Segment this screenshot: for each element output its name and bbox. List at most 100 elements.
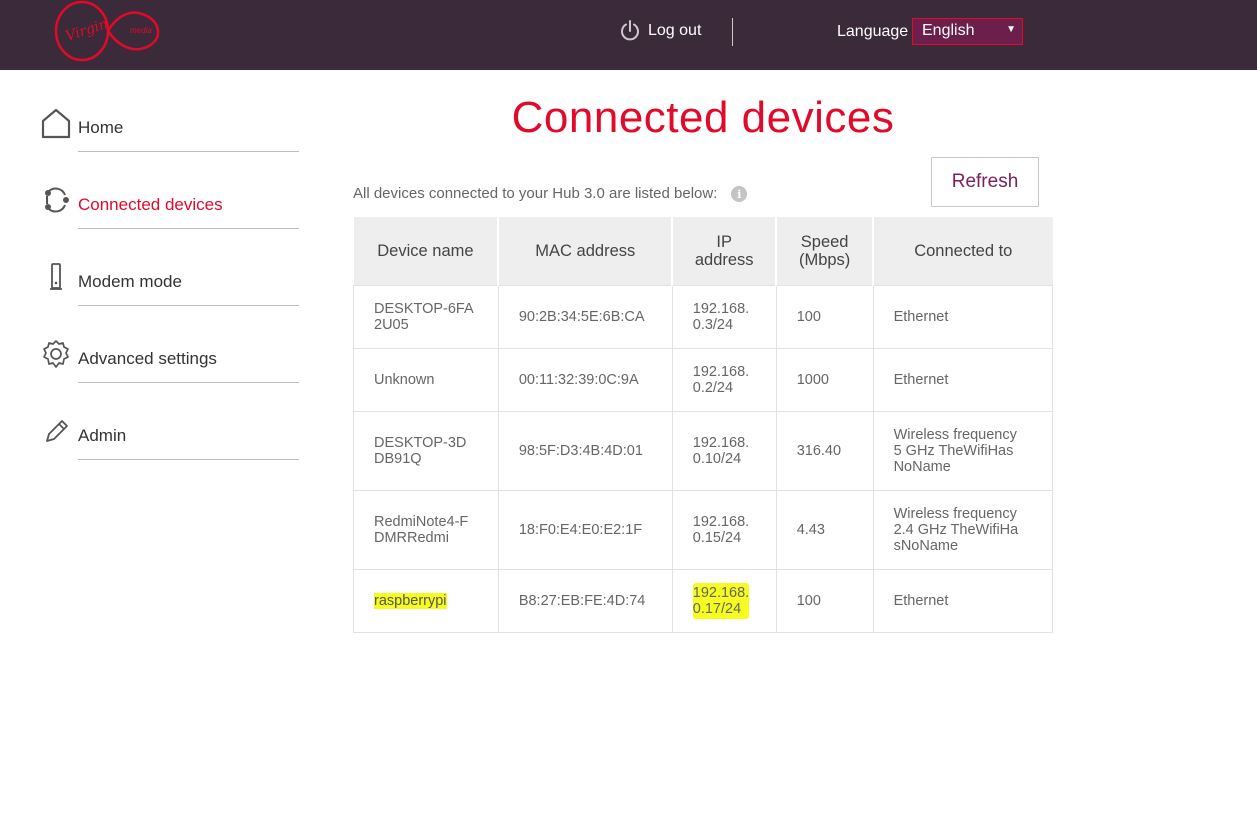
table-row: DESKTOP-6FA 2U05 90:2B:34:5E:6B:CA 192.16…: [353, 284, 1054, 349]
cell-mac-address: 00:11:32:39:0C:9A: [497, 347, 673, 412]
subtitle-text: All devices connected to your Hub 3.0 ar…: [353, 184, 718, 202]
text-line: 192.168.: [692, 513, 750, 530]
text-line: DESKTOP-3D: [374, 434, 467, 451]
text-line: 0.3/24: [692, 316, 734, 333]
cell-ip-address: 192.168. 0.15/24: [671, 489, 777, 570]
divider: [78, 459, 299, 460]
divider: [78, 151, 299, 152]
info-icon[interactable]: i: [731, 186, 748, 202]
text-line: 192.168.: [692, 584, 750, 601]
cell-connected-to: Ethernet: [872, 347, 1054, 412]
top-bar: Virgin media Log out Language English ▼: [0, 0, 1257, 70]
refresh-button[interactable]: Refresh: [931, 157, 1039, 207]
text-line: DMRRedmi: [374, 529, 449, 546]
sidebar-item-advanced-settings[interactable]: Advanced settings: [38, 336, 300, 396]
text-line: 192.168.: [692, 300, 750, 317]
text-line: 0.15/24: [692, 529, 742, 546]
text-line: 192.168.: [692, 363, 750, 380]
text-line: 2.4 GHz TheWifiHa: [893, 521, 1019, 538]
cell-connected-to: Ethernet: [872, 568, 1054, 633]
sidebar-item-connected-devices[interactable]: Connected devices: [38, 182, 300, 242]
page-title: Connected devices: [511, 93, 895, 142]
column-header-mac-address: MAC address: [498, 217, 674, 285]
cell-device-name: raspberrypi: [353, 568, 499, 633]
cell-connected-to: Ethernet: [872, 284, 1054, 349]
column-header-connected-to: Connected to: [873, 217, 1053, 285]
text-line: DB91Q: [374, 450, 422, 467]
cell-device-name: DESKTOP-3D DB91Q: [353, 410, 499, 491]
language-label: Language: [837, 23, 909, 40]
language-select[interactable]: English ▼: [912, 18, 1023, 45]
divider: [78, 382, 299, 383]
sidebar-item-label: Connected devices: [78, 195, 223, 214]
chevron-down-icon: ▼: [1006, 24, 1016, 35]
cell-device-name: RedmiNote4-F DMRRedmi: [353, 489, 499, 570]
logout-label: Log out: [648, 22, 702, 39]
header-divider: [732, 18, 733, 46]
text-line: 2U05: [374, 316, 409, 333]
cell-speed: 100: [775, 568, 874, 633]
highlighted-text: raspberrypi: [374, 592, 447, 609]
text-line: DESKTOP-6FA: [374, 300, 474, 317]
text-line: NoName: [893, 458, 951, 475]
subtitle: All devices connected to your Hub 3.0 ar…: [353, 184, 748, 202]
text-line: Wireless frequency: [893, 505, 1017, 522]
text-line: 0.17/24: [692, 600, 742, 617]
table-row-highlighted: raspberrypi B8:27:EB:FE:4D:74 192.168. 0.…: [353, 568, 1054, 633]
header-line: address: [694, 250, 754, 269]
home-icon: [38, 105, 74, 141]
table-row: DESKTOP-3D DB91Q 98:5F:D3:4B:4D:01 192.16…: [353, 410, 1054, 491]
power-icon: [621, 20, 639, 41]
gear-icon: [38, 336, 74, 372]
cell-speed: 316.40: [775, 410, 874, 491]
table-row: RedmiNote4-F DMRRedmi 18:F0:E4:E0:E2:1F 1…: [353, 489, 1054, 570]
cell-mac-address: B8:27:EB:FE:4D:74: [497, 568, 673, 633]
pencil-icon: [38, 413, 74, 449]
header-line: Speed: [800, 232, 849, 251]
sidebar-item-label: Advanced settings: [78, 349, 217, 368]
header-line: (Mbps): [798, 250, 851, 269]
modem-icon: [38, 259, 74, 295]
cell-ip-address: 192.168. 0.2/24: [671, 347, 777, 412]
text-line: 0.10/24: [692, 450, 742, 467]
text-line: 5 GHz TheWifiHas: [893, 442, 1014, 459]
highlighted-text: 192.168. 0.17/24: [692, 582, 750, 619]
logout-button[interactable]: Log out: [619, 19, 701, 43]
table-header-row: Device name MAC address IP address Speed(…: [353, 217, 1053, 285]
cell-speed: 1000: [775, 347, 874, 412]
svg-text:media: media: [130, 26, 152, 35]
sidebar-item-label: Modem mode: [78, 272, 182, 291]
column-header-ip-address: IP address: [672, 217, 778, 285]
column-header-speed: Speed (Mbps): [776, 217, 875, 285]
cell-device-name: Unknown: [353, 347, 499, 412]
cell-speed: 4.43: [775, 489, 874, 570]
text-line: RedmiNote4-F: [374, 513, 469, 530]
text-line: 0.2/24: [692, 379, 734, 396]
cell-ip-address: 192.168. 0.3/24: [671, 284, 777, 349]
sidebar-item-label: Home: [78, 118, 124, 137]
cell-connected-to: Wireless frequency 2.4 GHz TheWifiHa sNoNa…: [872, 489, 1054, 570]
cell-ip-address: 192.168. 0.17/24: [671, 568, 777, 633]
cell-connected-to: Wireless frequency 5 GHz TheWifiHas NoName: [872, 410, 1054, 491]
cell-mac-address: 98:5F:D3:4B:4D:01: [497, 410, 673, 491]
sidebar-item-admin[interactable]: Admin: [38, 413, 300, 473]
language-selected-value: English: [922, 22, 975, 39]
sidebar-item-label: Admin: [78, 426, 127, 445]
sidebar-item-modem-mode[interactable]: Modem mode: [38, 259, 300, 319]
cell-speed: 100: [775, 284, 874, 349]
connected-devices-table: Device name MAC address IP address Speed(…: [353, 217, 1054, 633]
devices-icon: [38, 182, 74, 218]
text-line: 192.168.: [692, 434, 750, 451]
svg-text:Virgin: Virgin: [64, 16, 110, 45]
cell-mac-address: 18:F0:E4:E0:E2:1F: [497, 489, 673, 570]
table-row: Unknown 00:11:32:39:0C:9A 192.168. 0.2/24…: [353, 347, 1054, 412]
virgin-media-logo[interactable]: Virgin media: [52, 0, 168, 64]
sidebar-item-home[interactable]: Home: [38, 105, 300, 165]
cell-mac-address: 90:2B:34:5E:6B:CA: [497, 284, 673, 349]
cell-ip-address: 192.168. 0.10/24: [671, 410, 777, 491]
text-line: sNoName: [893, 537, 959, 554]
text-line: Wireless frequency: [893, 426, 1017, 443]
divider: [78, 305, 299, 306]
divider: [78, 228, 299, 229]
cell-device-name: DESKTOP-6FA 2U05: [353, 284, 499, 349]
